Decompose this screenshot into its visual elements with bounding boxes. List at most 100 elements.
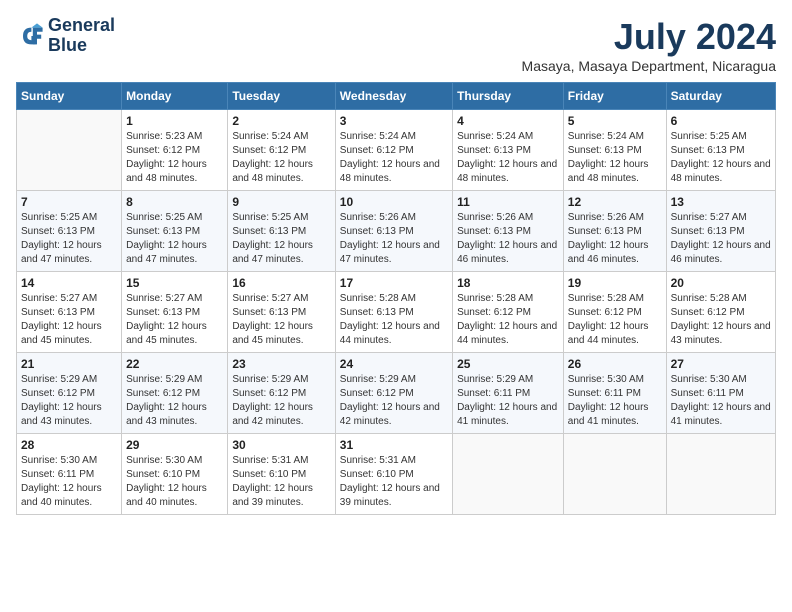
day-number: 8 — [126, 195, 223, 209]
day-info: Sunrise: 5:25 AMSunset: 6:13 PMDaylight:… — [126, 211, 223, 267]
calendar-cell: 8 Sunrise: 5:25 AMSunset: 6:13 PMDaylight… — [122, 191, 228, 272]
day-number: 11 — [457, 195, 559, 209]
calendar-header-row: SundayMondayTuesdayWednesdayThursdayFrid… — [17, 83, 776, 110]
day-number: 30 — [232, 438, 330, 452]
calendar-cell: 27Sunrise: 5:30 AMSunset: 6:11 PMDayligh… — [666, 353, 775, 434]
column-header-thursday: Thursday — [453, 83, 564, 110]
calendar-cell: 1Sunrise: 5:23 AMSunset: 6:12 PMDaylight… — [122, 110, 228, 191]
calendar-cell: 16 Sunrise: 5:27 AMSunset: 6:13 PMDayligh… — [228, 272, 335, 353]
day-info: Sunrise: 5:29 AMSunset: 6:12 PMDaylight:… — [232, 373, 330, 429]
calendar-cell: 4 Sunrise: 5:24 AMSunset: 6:13 PMDaylight… — [453, 110, 564, 191]
calendar-cell: 17 Sunrise: 5:28 AMSunset: 6:13 PMDayligh… — [335, 272, 452, 353]
column-header-monday: Monday — [122, 83, 228, 110]
day-number: 18 — [457, 276, 559, 290]
calendar-week-row: 28 Sunrise: 5:30 AMSunset: 6:11 PMDayligh… — [17, 434, 776, 515]
day-info: Sunrise: 5:28 AMSunset: 6:13 PMDaylight:… — [340, 292, 448, 348]
day-info: Sunrise: 5:24 AMSunset: 6:12 PMDaylight:… — [340, 130, 448, 186]
day-info: Sunrise: 5:29 AMSunset: 6:12 PMDaylight:… — [126, 373, 223, 429]
day-number: 17 — [340, 276, 448, 290]
day-number: 2 — [232, 114, 330, 128]
day-info: Sunrise: 5:28 AMSunset: 6:12 PMDaylight:… — [671, 292, 771, 348]
day-number: 15 — [126, 276, 223, 290]
day-number: 7 — [21, 195, 117, 209]
logo: General Blue — [16, 16, 115, 56]
calendar-cell: 25 Sunrise: 5:29 AMSunset: 6:11 PMDayligh… — [453, 353, 564, 434]
day-number: 29 — [126, 438, 223, 452]
day-number: 10 — [340, 195, 448, 209]
day-info: Sunrise: 5:27 AMSunset: 6:13 PMDaylight:… — [232, 292, 330, 348]
day-number: 13 — [671, 195, 771, 209]
calendar-cell: 28 Sunrise: 5:30 AMSunset: 6:11 PMDayligh… — [17, 434, 122, 515]
day-number: 9 — [232, 195, 330, 209]
day-number: 5 — [568, 114, 662, 128]
calendar-week-row: 21 Sunrise: 5:29 AMSunset: 6:12 PMDayligh… — [17, 353, 776, 434]
calendar-cell: 29Sunrise: 5:30 AMSunset: 6:10 PMDayligh… — [122, 434, 228, 515]
calendar-body: 1Sunrise: 5:23 AMSunset: 6:12 PMDaylight… — [17, 110, 776, 515]
day-number: 6 — [671, 114, 771, 128]
day-info: Sunrise: 5:24 AMSunset: 6:13 PMDaylight:… — [457, 130, 559, 186]
day-info: Sunrise: 5:30 AMSunset: 6:11 PMDaylight:… — [21, 454, 117, 510]
calendar-cell: 13 Sunrise: 5:27 AMSunset: 6:13 PMDayligh… — [666, 191, 775, 272]
day-info: Sunrise: 5:23 AMSunset: 6:12 PMDaylight:… — [126, 130, 223, 186]
day-info: Sunrise: 5:31 AMSunset: 6:10 PMDaylight:… — [340, 454, 448, 510]
calendar-cell: 5Sunrise: 5:24 AMSunset: 6:13 PMDaylight… — [563, 110, 666, 191]
calendar-cell: 23 Sunrise: 5:29 AMSunset: 6:12 PMDayligh… — [228, 353, 335, 434]
day-info: Sunrise: 5:27 AMSunset: 6:13 PMDaylight:… — [126, 292, 223, 348]
logo-text: General Blue — [48, 16, 115, 56]
day-info: Sunrise: 5:29 AMSunset: 6:12 PMDaylight:… — [340, 373, 448, 429]
day-info: Sunrise: 5:28 AMSunset: 6:12 PMDaylight:… — [457, 292, 559, 348]
calendar-week-row: 14 Sunrise: 5:27 AMSunset: 6:13 PMDayligh… — [17, 272, 776, 353]
calendar-cell: 2 Sunrise: 5:24 AMSunset: 6:12 PMDaylight… — [228, 110, 335, 191]
calendar-week-row: 1Sunrise: 5:23 AMSunset: 6:12 PMDaylight… — [17, 110, 776, 191]
day-number: 25 — [457, 357, 559, 371]
day-info: Sunrise: 5:26 AMSunset: 6:13 PMDaylight:… — [568, 211, 662, 267]
day-info: Sunrise: 5:25 AMSunset: 6:13 PMDaylight:… — [671, 130, 771, 186]
day-number: 20 — [671, 276, 771, 290]
calendar-cell: 7 Sunrise: 5:25 AMSunset: 6:13 PMDaylight… — [17, 191, 122, 272]
calendar-cell: 24 Sunrise: 5:29 AMSunset: 6:12 PMDayligh… — [335, 353, 452, 434]
day-info: Sunrise: 5:29 AMSunset: 6:11 PMDaylight:… — [457, 373, 559, 429]
day-number: 23 — [232, 357, 330, 371]
day-number: 12 — [568, 195, 662, 209]
column-header-friday: Friday — [563, 83, 666, 110]
column-header-wednesday: Wednesday — [335, 83, 452, 110]
calendar-cell: 30 Sunrise: 5:31 AMSunset: 6:10 PMDayligh… — [228, 434, 335, 515]
calendar-cell: 15 Sunrise: 5:27 AMSunset: 6:13 PMDayligh… — [122, 272, 228, 353]
calendar-cell: 26Sunrise: 5:30 AMSunset: 6:11 PMDayligh… — [563, 353, 666, 434]
calendar-table: SundayMondayTuesdayWednesdayThursdayFrid… — [16, 82, 776, 515]
calendar-cell — [666, 434, 775, 515]
calendar-cell: 11Sunrise: 5:26 AMSunset: 6:13 PMDayligh… — [453, 191, 564, 272]
day-info: Sunrise: 5:31 AMSunset: 6:10 PMDaylight:… — [232, 454, 330, 510]
calendar-cell: 6 Sunrise: 5:25 AMSunset: 6:13 PMDaylight… — [666, 110, 775, 191]
calendar-cell — [563, 434, 666, 515]
day-number: 24 — [340, 357, 448, 371]
day-info: Sunrise: 5:27 AMSunset: 6:13 PMDaylight:… — [21, 292, 117, 348]
day-number: 16 — [232, 276, 330, 290]
calendar-cell: 12 Sunrise: 5:26 AMSunset: 6:13 PMDayligh… — [563, 191, 666, 272]
calendar-cell: 21 Sunrise: 5:29 AMSunset: 6:12 PMDayligh… — [17, 353, 122, 434]
logo-icon — [16, 22, 44, 50]
calendar-cell: 31Sunrise: 5:31 AMSunset: 6:10 PMDayligh… — [335, 434, 452, 515]
page-header: General Blue July 2024 Masaya, Masaya De… — [16, 16, 776, 74]
calendar-week-row: 7 Sunrise: 5:25 AMSunset: 6:13 PMDaylight… — [17, 191, 776, 272]
day-number: 21 — [21, 357, 117, 371]
day-number: 27 — [671, 357, 771, 371]
column-header-saturday: Saturday — [666, 83, 775, 110]
day-number: 3 — [340, 114, 448, 128]
calendar-cell: 9Sunrise: 5:25 AMSunset: 6:13 PMDaylight… — [228, 191, 335, 272]
column-header-tuesday: Tuesday — [228, 83, 335, 110]
day-info: Sunrise: 5:24 AMSunset: 6:12 PMDaylight:… — [232, 130, 330, 186]
subtitle: Masaya, Masaya Department, Nicaragua — [522, 58, 776, 74]
main-title: July 2024 — [522, 16, 776, 58]
day-info: Sunrise: 5:28 AMSunset: 6:12 PMDaylight:… — [568, 292, 662, 348]
day-info: Sunrise: 5:27 AMSunset: 6:13 PMDaylight:… — [671, 211, 771, 267]
calendar-cell: 20 Sunrise: 5:28 AMSunset: 6:12 PMDayligh… — [666, 272, 775, 353]
day-number: 14 — [21, 276, 117, 290]
calendar-cell: 18 Sunrise: 5:28 AMSunset: 6:12 PMDayligh… — [453, 272, 564, 353]
day-number: 4 — [457, 114, 559, 128]
day-info: Sunrise: 5:30 AMSunset: 6:11 PMDaylight:… — [568, 373, 662, 429]
calendar-cell: 10Sunrise: 5:26 AMSunset: 6:13 PMDayligh… — [335, 191, 452, 272]
day-number: 28 — [21, 438, 117, 452]
day-info: Sunrise: 5:25 AMSunset: 6:13 PMDaylight:… — [21, 211, 117, 267]
day-info: Sunrise: 5:29 AMSunset: 6:12 PMDaylight:… — [21, 373, 117, 429]
